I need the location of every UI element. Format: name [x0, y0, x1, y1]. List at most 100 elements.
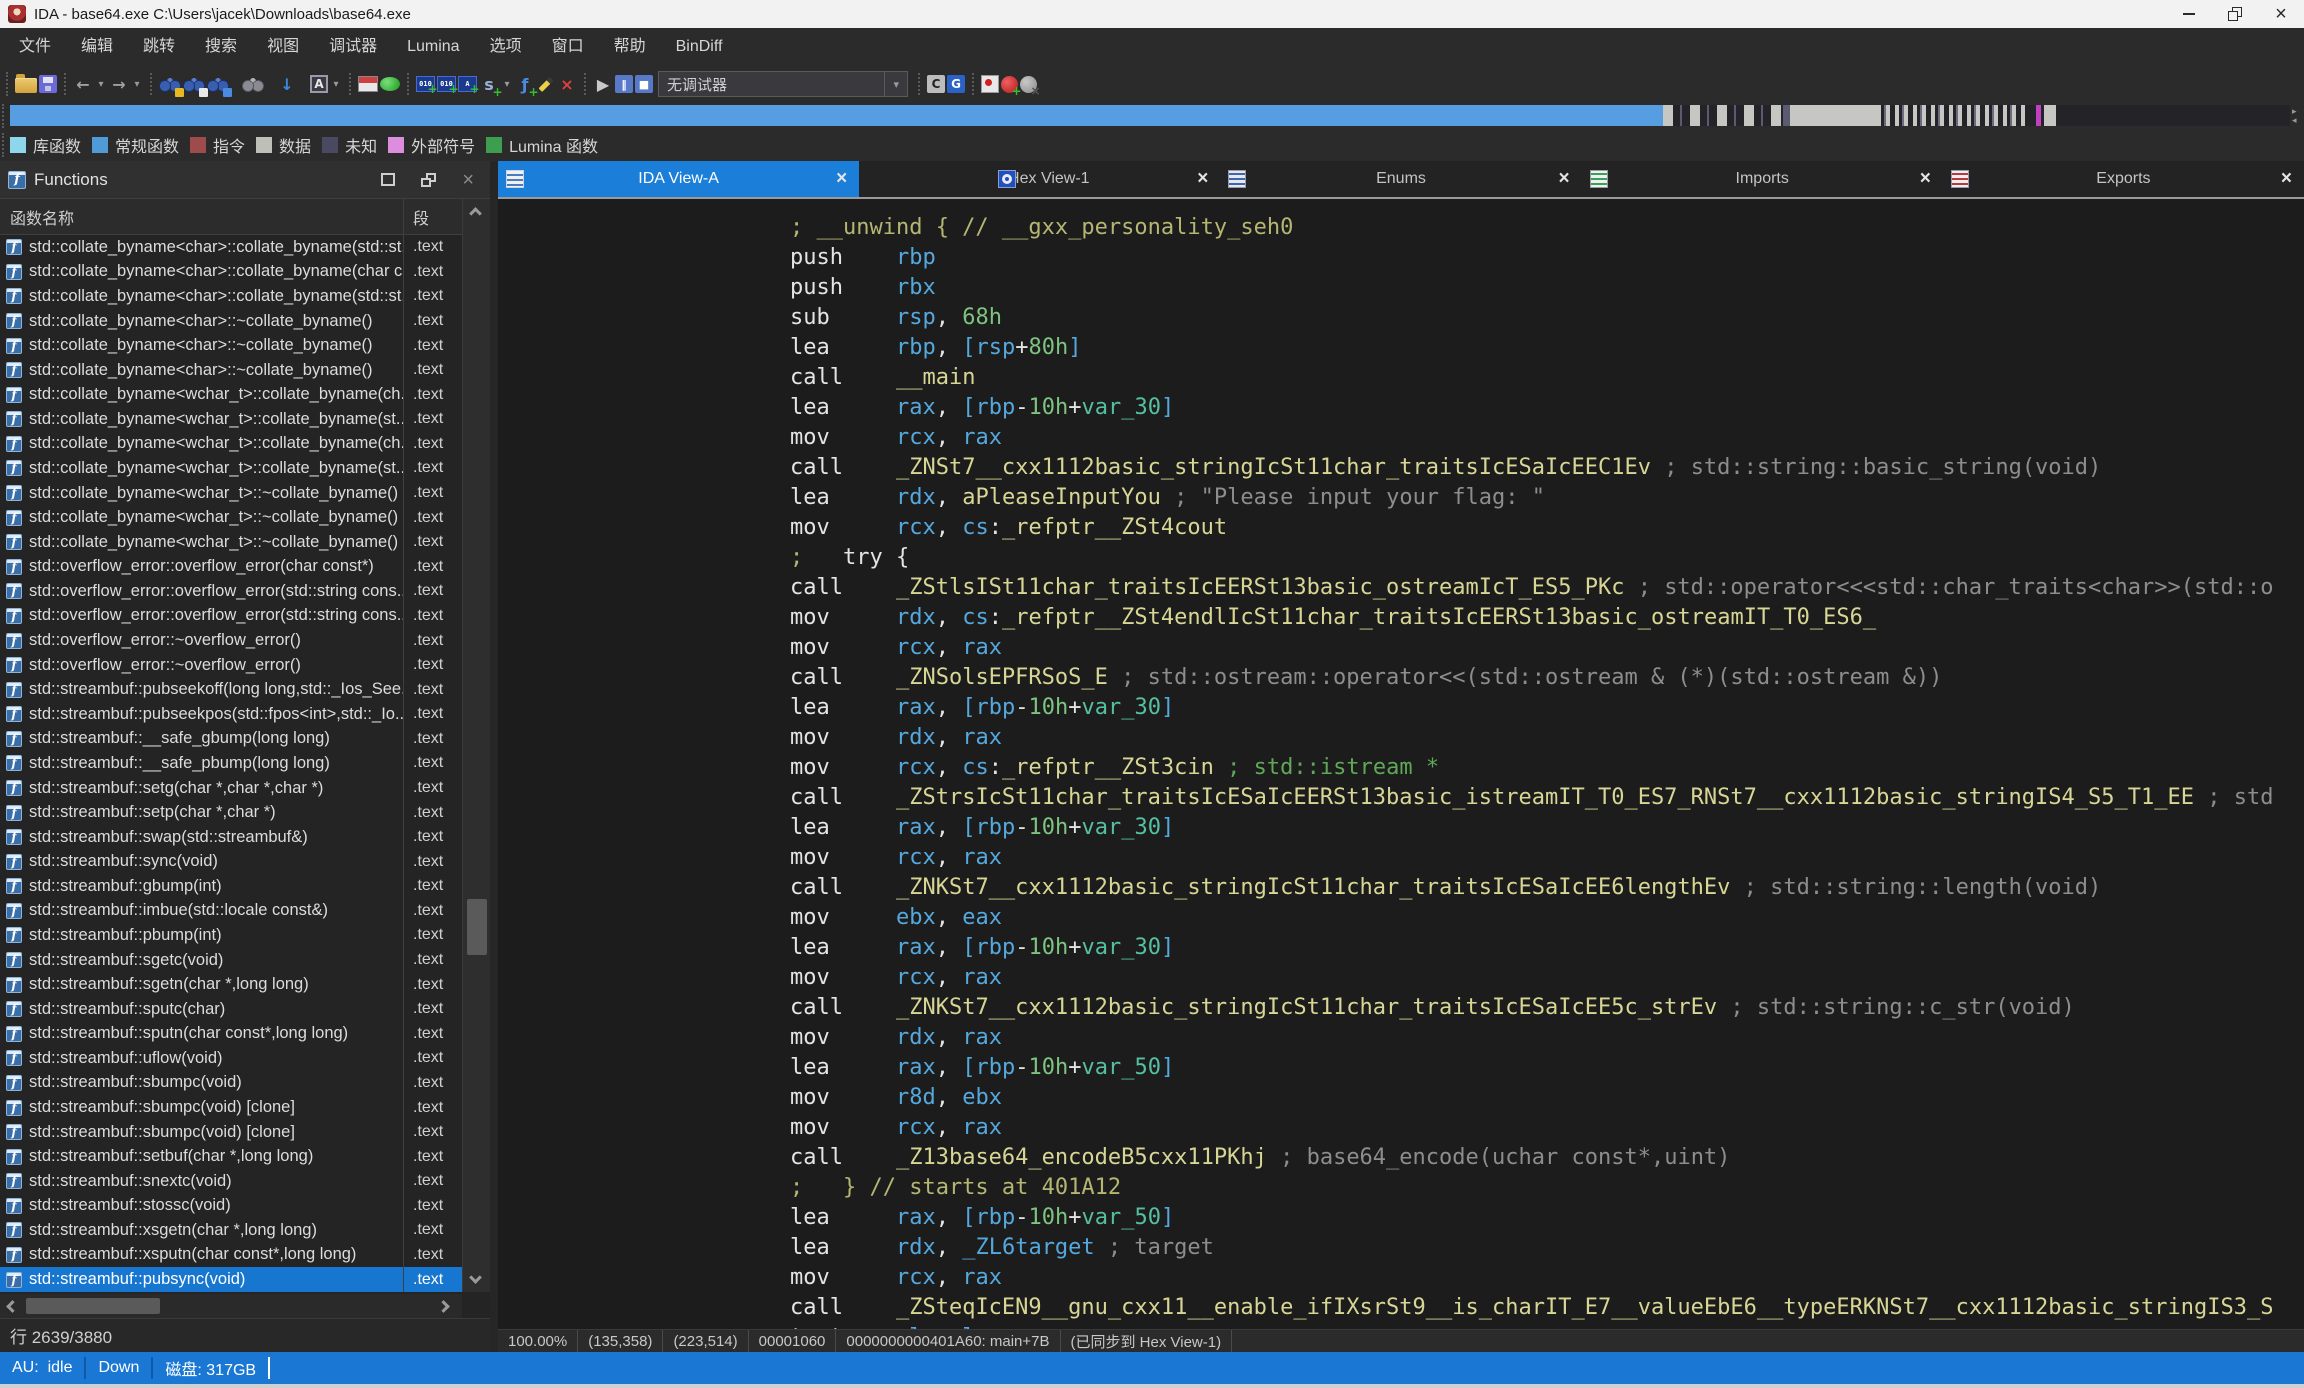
panel-close-icon[interactable]: ×	[462, 173, 474, 187]
menu-item-4[interactable]: 搜索	[190, 28, 252, 66]
tab-enums[interactable]: Enums×	[1220, 161, 1581, 197]
menu-item-3[interactable]: 跳转	[128, 28, 190, 66]
menu-item-2[interactable]: 编辑	[66, 28, 128, 66]
horizontal-scroll-thumb[interactable]	[26, 1298, 160, 1314]
function-row[interactable]: fstd::collate_byname<wchar_t>::~collate_…	[0, 481, 490, 506]
disasm-line[interactable]: mov ebx, eax	[790, 903, 2304, 933]
function-row[interactable]: fstd::streambuf::stossc(void).text	[0, 1194, 490, 1219]
legend-drag-handle[interactable]	[2, 133, 4, 157]
tab-imports[interactable]: Imports×	[1582, 161, 1943, 197]
tab-close-icon[interactable]: ×	[1559, 170, 1570, 188]
breakpoint-add-icon[interactable]: +	[1001, 76, 1018, 93]
function-row[interactable]: fstd::overflow_error::~overflow_error().…	[0, 653, 490, 678]
disasm-line[interactable]: sub rsp, 68h	[790, 303, 2304, 333]
breakpoint-list-icon[interactable]	[981, 75, 999, 93]
disasm-line[interactable]: mov rcx, cs:_refptr__ZSt4cout	[790, 513, 2304, 543]
function-row[interactable]: fstd::collate_byname<wchar_t>::collate_b…	[0, 432, 490, 457]
disasm-line[interactable]: call _ZStrsIcSt11char_traitsIcESaIcEERSt…	[790, 783, 2304, 813]
nav-forward-icon[interactable]: →	[109, 74, 129, 94]
panel-maximize-icon[interactable]	[381, 173, 395, 186]
function-row[interactable]: fstd::streambuf::gbump(int).text	[0, 874, 490, 899]
disasm-line[interactable]: call _ZNKSt7__cxx1112basic_stringIcSt11c…	[790, 873, 2304, 903]
disasm-line[interactable]: call _ZNKSt7__cxx1112basic_stringIcSt11c…	[790, 993, 2304, 1023]
nav-forward-caret[interactable]: ▾	[131, 74, 143, 94]
function-row[interactable]: fstd::streambuf::sbumpc(void) [clone].te…	[0, 1095, 490, 1120]
column-function-name[interactable]: 函数名称	[0, 205, 403, 229]
nav-back-icon[interactable]: ←	[73, 74, 93, 94]
disasm-line[interactable]: lea rax, [rbp-10h+var_30]	[790, 933, 2304, 963]
disasm-line[interactable]: lea rax, [rbp-10h+var_30]	[790, 393, 2304, 423]
function-row[interactable]: fstd::collate_byname<wchar_t>::~collate_…	[0, 505, 490, 530]
disasm-line[interactable]: lea rax, [rbp-10h+var_50]	[790, 1053, 2304, 1083]
function-row[interactable]: fstd::streambuf::sgetc(void).text	[0, 948, 490, 973]
function-row[interactable]: fstd::streambuf::setbuf(char *,long long…	[0, 1144, 490, 1169]
function-row[interactable]: fstd::collate_byname<char>::~collate_byn…	[0, 309, 490, 334]
disasm-line[interactable]: lea rax, [rbp-10h+var_30]	[790, 813, 2304, 843]
function-row[interactable]: fstd::overflow_error::overflow_error(std…	[0, 579, 490, 604]
functions-vertical-scrollbar[interactable]	[462, 199, 490, 1292]
menu-item-6[interactable]: 调试器	[314, 28, 392, 66]
tab-exports[interactable]: Exports×	[1943, 161, 2304, 197]
disasm-line[interactable]: call _Z13base64_encodeB5cxx11PKhj ; base…	[790, 1143, 2304, 1173]
chevron-down-icon[interactable]: ▾	[884, 72, 899, 96]
disasm-line[interactable]: lea rbp, [rsp+80h]	[790, 333, 2304, 363]
define-ascii-icon[interactable]: A+	[458, 76, 477, 92]
functions-panel-titlebar[interactable]: f Functions ×	[0, 161, 490, 199]
function-row[interactable]: fstd::collate_byname<char>::collate_byna…	[0, 235, 490, 260]
jump-next-icon[interactable]: ↓	[277, 74, 297, 94]
disasm-line[interactable]: call __main	[790, 363, 2304, 393]
toolbar-drag-handle[interactable]	[6, 72, 8, 96]
trace-ellipse-icon[interactable]	[380, 77, 400, 91]
disassembly-view[interactable]: ; __unwind { // __gxx_personality_seh0pu…	[498, 199, 2304, 1329]
disasm-line[interactable]: push rbx	[790, 273, 2304, 303]
tab-close-icon[interactable]: ×	[1920, 170, 1931, 188]
stop-process-icon[interactable]: ■	[635, 75, 653, 93]
function-row[interactable]: fstd::streambuf::__safe_gbump(long long)…	[0, 727, 490, 752]
function-row[interactable]: fstd::collate_byname<wchar_t>::collate_b…	[0, 456, 490, 481]
text-search-caret[interactable]: ▾	[330, 74, 342, 94]
navigation-band[interactable]	[10, 105, 2290, 126]
function-row[interactable]: fstd::streambuf::pbump(int).text	[0, 923, 490, 948]
disasm-line[interactable]: mov r8d, ebx	[790, 1083, 2304, 1113]
jump-address-icon[interactable]	[159, 74, 181, 94]
disasm-line[interactable]: mov rcx, cs:_refptr__ZSt3cin ; std::istr…	[790, 753, 2304, 783]
tab-close-icon[interactable]: ×	[2281, 170, 2292, 188]
function-row[interactable]: fstd::overflow_error::~overflow_error().…	[0, 628, 490, 653]
delete-function-icon[interactable]: ×	[557, 74, 577, 94]
disasm-line[interactable]: mov rdx, rax	[790, 1023, 2304, 1053]
disasm-line[interactable]: ; try {	[790, 543, 2304, 573]
jump-name-icon[interactable]	[183, 74, 205, 94]
function-row[interactable]: fstd::streambuf::sync(void).text	[0, 849, 490, 874]
menu-item-9[interactable]: 窗口	[537, 28, 599, 66]
function-row[interactable]: fstd::collate_byname<wchar_t>::collate_b…	[0, 407, 490, 432]
menu-item-10[interactable]: 帮助	[599, 28, 661, 66]
menu-item-1[interactable]: 文件	[4, 28, 66, 66]
disasm-line[interactable]: mov rcx, rax	[790, 1113, 2304, 1143]
function-row[interactable]: fstd::streambuf::sputc(char).text	[0, 997, 490, 1022]
save-icon[interactable]	[39, 75, 57, 93]
breakpoint-delete-icon[interactable]: ×	[1020, 76, 1037, 93]
define-string-icon[interactable]: s+	[479, 74, 499, 94]
function-row[interactable]: fstd::collate_byname<char>::collate_byna…	[0, 284, 490, 309]
disasm-line[interactable]: ; } // starts at 401A12	[790, 1173, 2304, 1203]
create-function-icon[interactable]: ƒ+	[515, 74, 535, 94]
tab-close-icon[interactable]: ×	[1197, 170, 1208, 188]
function-row[interactable]: fstd::streambuf::snextc(void).text	[0, 1169, 490, 1194]
define-byte-icon[interactable]: 010+	[416, 76, 435, 92]
function-row[interactable]: fstd::collate_byname<wchar_t>::collate_b…	[0, 382, 490, 407]
vertical-scroll-thumb[interactable]	[467, 899, 487, 955]
pause-process-icon[interactable]: ‖	[615, 75, 633, 93]
function-row[interactable]: fstd::streambuf::xsputn(char const*,long…	[0, 1243, 490, 1268]
scroll-left-icon[interactable]	[6, 1300, 19, 1313]
function-row[interactable]: fstd::collate_byname<char>::collate_byna…	[0, 260, 490, 285]
navband-left-icon[interactable]: ◂	[2292, 116, 2297, 125]
disasm-line[interactable]: mov rcx, rax	[790, 963, 2304, 993]
scroll-right-icon[interactable]	[437, 1300, 450, 1313]
function-row[interactable]: fstd::streambuf::sputn(char const*,long …	[0, 1022, 490, 1047]
tab-ida-view-a[interactable]: IDA View-A×	[498, 161, 859, 197]
demo-screen-icon[interactable]	[358, 76, 378, 92]
run-cpp-icon[interactable]: C	[927, 75, 945, 93]
panel-cascade-icon[interactable]	[421, 173, 436, 187]
jump-xref-icon[interactable]	[207, 74, 229, 94]
function-row[interactable]: fstd::streambuf::sbumpc(void).text	[0, 1071, 490, 1096]
